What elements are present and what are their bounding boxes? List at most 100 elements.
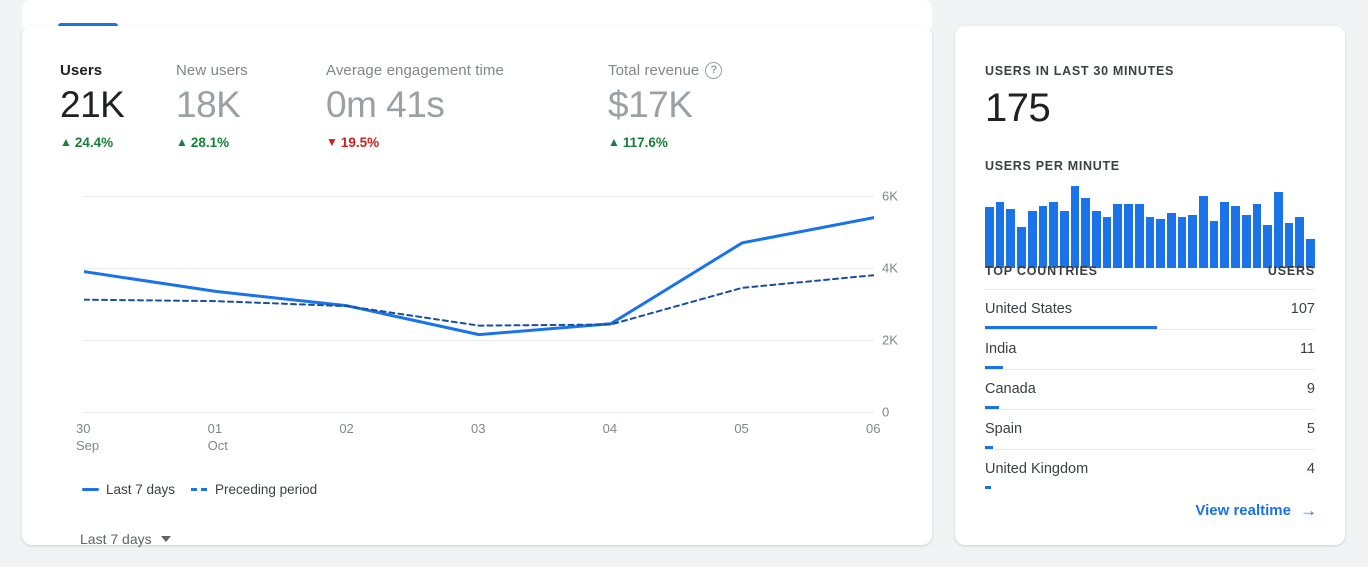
table-row[interactable]: Spain 5 [985,410,1315,450]
analytics-dashboard: Users 21K ▲ 24.4% New users 18K ▲ 28.1% … [0,0,1368,567]
sparkline-bar [1102,217,1112,268]
legend-item-last-7-days[interactable]: Last 7 days [82,482,175,497]
table-row-content: Spain 5 [985,421,1315,437]
legend-item-preceding-period[interactable]: Preceding period [191,482,317,497]
chart-x-tick-label: 04 [602,421,618,436]
metric-delta-value: 117.6% [622,134,668,150]
chart-x-tick-label: 30 Sep [76,421,100,453]
sparkline-bar [985,207,994,268]
country-progress-bar [985,366,1003,369]
sparkline-bar [1145,217,1155,268]
country-users: 9 [1306,381,1315,397]
view-realtime-link[interactable]: View realtime → [1195,502,1317,519]
chart-y-tick-label: 6K [882,188,898,204]
metric-delta: ▼ 19.5% [326,135,608,150]
sparkline-bar [995,201,1005,268]
chevron-down-icon [160,536,171,542]
sparkline-bar [1134,203,1144,268]
tab-strip [22,0,932,28]
sparkline-bar [1188,215,1198,268]
sparkline-bar [1273,191,1283,268]
table-row[interactable]: India 11 [985,330,1315,370]
legend-swatch-dashed-icon [191,488,209,491]
country-progress-bar [985,406,1000,409]
metric-delta: ▲ 24.4% [60,135,176,150]
metric-tile-new-users: New users 18K ▲ 28.1% [176,62,326,150]
metric-value: $17K [608,84,693,125]
users-per-minute-label: USERS PER MINUTE [985,159,1120,173]
sparkline-bar [1092,211,1101,268]
arrow-right-icon: → [1300,501,1317,520]
country-name: Spain [985,421,1023,437]
chart-series-dashed [84,274,874,327]
date-range-label: Last 7 days [80,531,152,547]
column-header-country: TOP COUNTRIES [985,264,1098,278]
sparkline-bar [1220,201,1230,268]
users-line-chart[interactable]: 6K 4K 2K 0 30 Sep 01 Oct 02 03 04 05 06 [60,168,900,468]
legend-swatch-solid-icon [82,488,99,491]
sparkline-bar [1124,203,1133,268]
sparkline-bar [1231,205,1240,268]
sparkline-bar [1038,205,1048,268]
metric-tile-users: Users 21K ▲ 24.4% [60,62,176,150]
sparkline-bar [1049,201,1058,268]
country-users: 107 [1290,301,1315,317]
chart-series-layer [84,216,874,337]
users-per-minute-sparkline [985,186,1315,268]
country-name: India [985,341,1017,357]
chart-y-tick-label: 0 [882,404,890,420]
sparkline-bar [1113,203,1123,268]
country-name: Canada [985,381,1036,397]
legend-label: Last 7 days [106,482,176,497]
metric-tile-avg-engagement-time: Average engagement time 0m 41s ▼ 19.5% [326,62,608,150]
sparkline-bar [1027,211,1037,268]
date-range-selector[interactable]: Last 7 days [80,531,171,547]
table-row-content: United Kingdom 4 [985,461,1315,477]
metric-label: Users [60,62,103,79]
sparkline-bar [1156,219,1165,268]
country-users: 11 [1299,341,1315,357]
metric-tile-total-revenue: Total revenue ? $17K ▲ 117.6% [608,62,808,150]
sparkline-bar [1209,221,1219,268]
country-name: United Kingdom [985,461,1089,477]
table-row-content: United States 107 [985,301,1315,317]
metric-delta: ▲ 117.6% [608,135,808,150]
metric-delta-value: 28.1% [190,134,230,150]
metric-delta-value: 19.5% [340,134,380,150]
chart-legend: Last 7 days Preceding period [82,482,317,497]
sparkline-bar [1284,223,1294,268]
sparkline-bar [1059,211,1069,268]
sparkline-bar [1006,209,1016,268]
realtime-header: USERS IN LAST 30 MINUTES [985,64,1175,78]
legend-label: Preceding period [215,482,318,497]
sparkline-bar [1252,203,1262,268]
arrow-down-icon: ▼ [326,135,338,150]
column-header-users: USERS [1267,264,1315,278]
sparkline-bar [1241,215,1251,268]
metric-delta: ▲ 28.1% [176,135,326,150]
country-name: United States [985,301,1073,317]
metric-label-text: Total revenue [608,62,700,79]
table-row[interactable]: United Kingdom 4 [985,450,1315,489]
chart-x-tick-label: 06 [866,421,881,436]
view-realtime-label: View realtime [1195,502,1291,519]
chart-y-tick-label: 2K [882,332,898,348]
help-icon[interactable]: ? [705,62,723,79]
table-row[interactable]: Canada 9 [985,370,1315,410]
country-progress-bar [985,326,1157,329]
table-header: TOP COUNTRIES USERS [985,264,1315,290]
sparkline-bar [1081,197,1091,268]
table-row[interactable]: United States 107 [985,290,1315,330]
sparkline-bar [1295,217,1305,268]
metric-value: 18K [176,84,241,125]
metric-label: Total revenue ? [608,62,808,79]
arrow-up-icon: ▲ [176,135,188,150]
realtime-card: USERS IN LAST 30 MINUTES 175 USERS PER M… [955,26,1345,545]
metric-tiles: Users 21K ▲ 24.4% New users 18K ▲ 28.1% … [60,62,808,150]
chart-x-tick-label: 02 [339,421,354,436]
sparkline-bar [1199,195,1208,268]
table-body: United States 107 India 11 Canada 9 Spain 5 Unit… [985,290,1315,489]
sparkline-bar [1166,213,1176,268]
chart-x-tick-label: 03 [471,421,486,436]
arrow-up-icon: ▲ [60,135,72,150]
